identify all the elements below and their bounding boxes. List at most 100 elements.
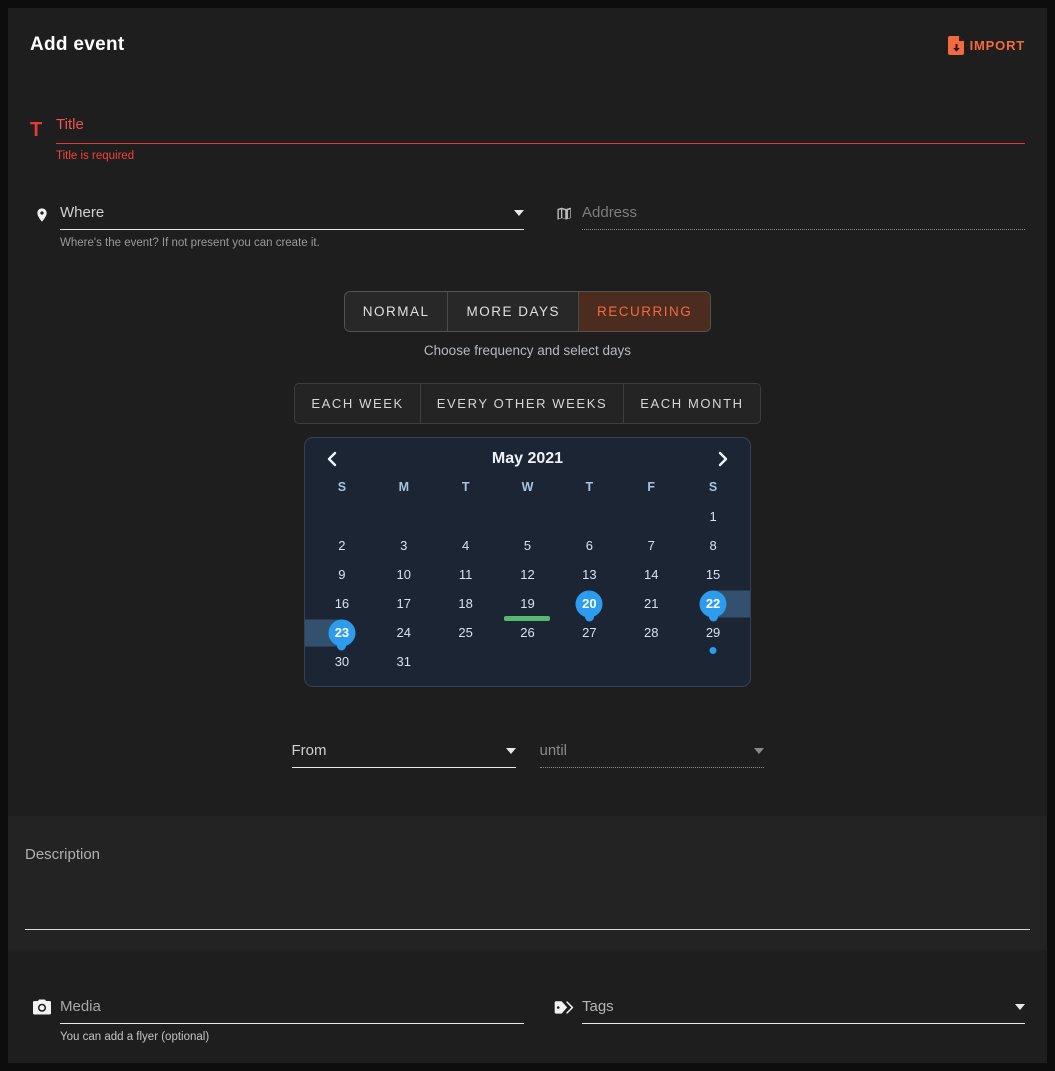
- description-section: Description: [8, 816, 1047, 950]
- text-title-icon: T: [30, 119, 54, 142]
- media-helper-text: You can add a flyer (optional): [60, 1031, 524, 1043]
- frequency-each-month-button[interactable]: EACH MONTH: [624, 384, 759, 423]
- calendar-next-month-button[interactable]: [716, 451, 730, 467]
- calendar-prev-month-button[interactable]: [325, 451, 339, 467]
- where-select[interactable]: Where Where's the event? If not present …: [60, 204, 524, 249]
- calendar-day-20[interactable]: 20: [558, 589, 620, 618]
- title-placeholder: Title: [56, 116, 84, 133]
- calendar-day-21[interactable]: 21: [620, 589, 682, 618]
- calendar-empty-cell: [682, 647, 744, 676]
- frequency-hint-text: Choose frequency and select days: [8, 343, 1047, 358]
- calendar-day-2[interactable]: 2: [311, 531, 373, 560]
- calendar-day-18[interactable]: 18: [435, 589, 497, 618]
- frequency-every-other-weeks-button[interactable]: EVERY OTHER WEEKS: [421, 384, 624, 423]
- calendar-day-26[interactable]: 26: [497, 618, 559, 647]
- calendar-day-header: S: [311, 474, 373, 500]
- import-button[interactable]: IMPORT: [948, 36, 1025, 55]
- calendar-day-7[interactable]: 7: [620, 531, 682, 560]
- calendar-day-8[interactable]: 8: [682, 531, 744, 560]
- calendar-empty-cell: [558, 647, 620, 676]
- add-event-dialog: Add event IMPORT T Title Title is requir…: [8, 8, 1047, 1063]
- calendar-empty-cell: [620, 502, 682, 531]
- media-field[interactable]: Media You can add a flyer (optional): [60, 998, 524, 1043]
- calendar-month-label: May 2021: [492, 450, 563, 468]
- media-tags-row: Media You can add a flyer (optional) Tag…: [8, 998, 1047, 1043]
- calendar-day-headers: SMTWTFS: [311, 474, 744, 500]
- calendar-day-5[interactable]: 5: [497, 531, 559, 560]
- tab-normal[interactable]: NORMAL: [345, 292, 449, 331]
- title-field[interactable]: Title Title is required: [56, 116, 1025, 162]
- import-label: IMPORT: [970, 38, 1025, 53]
- chevron-down-icon: [1015, 1004, 1025, 1010]
- calendar-day-10[interactable]: 10: [373, 560, 435, 589]
- address-field[interactable]: Address: [582, 204, 1025, 249]
- calendar-day-header: S: [682, 474, 744, 500]
- calendar-empty-cell: [620, 647, 682, 676]
- where-helper-text: Where's the event? If not present you ca…: [60, 237, 524, 249]
- address-placeholder: Address: [582, 204, 637, 221]
- until-time-select[interactable]: until: [540, 742, 764, 768]
- calendar-grid: 1234567891011121314151617181920212223242…: [311, 502, 744, 676]
- calendar-day-header: T: [558, 474, 620, 500]
- calendar-day-31[interactable]: 31: [373, 647, 435, 676]
- title-field-row: T Title Title is required: [8, 116, 1047, 162]
- file-import-icon: [948, 36, 965, 55]
- calendar-day-header: W: [497, 474, 559, 500]
- calendar-day-24[interactable]: 24: [373, 618, 435, 647]
- calendar-day-15[interactable]: 15: [682, 560, 744, 589]
- camera-icon: [30, 998, 54, 1043]
- page-title: Add event: [30, 34, 125, 56]
- calendar-empty-cell: [497, 647, 559, 676]
- calendar-empty-cell: [497, 502, 559, 531]
- calendar-day-12[interactable]: 12: [497, 560, 559, 589]
- tab-more-days[interactable]: MORE DAYS: [448, 292, 579, 331]
- description-placeholder: Description: [25, 846, 100, 863]
- chevron-down-icon: [514, 210, 524, 216]
- chevron-down-icon: [754, 748, 764, 754]
- location-pin-icon: [30, 204, 54, 249]
- calendar-empty-cell: [435, 647, 497, 676]
- calendar-day-header: F: [620, 474, 682, 500]
- calendar-day-29[interactable]: 29: [682, 618, 744, 647]
- dialog-header: Add event IMPORT: [8, 8, 1047, 56]
- map-icon: [552, 204, 576, 249]
- from-placeholder: From: [292, 742, 327, 759]
- from-time-select[interactable]: From: [292, 742, 516, 768]
- calendar-day-header: M: [373, 474, 435, 500]
- until-placeholder: until: [540, 742, 568, 759]
- calendar-day-17[interactable]: 17: [373, 589, 435, 618]
- time-range-row: From until: [8, 742, 1047, 768]
- calendar-day-23[interactable]: 23: [311, 618, 373, 647]
- calendar-day-4[interactable]: 4: [435, 531, 497, 560]
- calendar-empty-cell: [435, 502, 497, 531]
- event-type-tabs: NORMAL MORE DAYS RECURRING: [8, 291, 1047, 332]
- tags-select[interactable]: Tags: [582, 998, 1025, 1043]
- calendar-empty-cell: [373, 502, 435, 531]
- calendar-day-28[interactable]: 28: [620, 618, 682, 647]
- calendar-day-11[interactable]: 11: [435, 560, 497, 589]
- tab-recurring[interactable]: RECURRING: [579, 292, 710, 331]
- tags-placeholder: Tags: [582, 998, 614, 1015]
- calendar-day-25[interactable]: 25: [435, 618, 497, 647]
- calendar-day-30[interactable]: 30: [311, 647, 373, 676]
- calendar-empty-cell: [558, 502, 620, 531]
- calendar-day-6[interactable]: 6: [558, 531, 620, 560]
- calendar-day-3[interactable]: 3: [373, 531, 435, 560]
- frequency-options: EACH WEEK EVERY OTHER WEEKS EACH MONTH: [8, 383, 1047, 424]
- media-placeholder: Media: [60, 998, 101, 1015]
- where-placeholder: Where: [60, 204, 104, 221]
- calendar-day-22[interactable]: 22: [682, 589, 744, 618]
- calendar-day-16[interactable]: 16: [311, 589, 373, 618]
- frequency-each-week-button[interactable]: EACH WEEK: [295, 384, 420, 423]
- description-textarea[interactable]: Description: [25, 846, 1030, 930]
- calendar-day-14[interactable]: 14: [620, 560, 682, 589]
- calendar-day-1[interactable]: 1: [682, 502, 744, 531]
- calendar: May 2021 SMTWTFS 12345678910111213141516…: [304, 437, 751, 687]
- tags-icon: [552, 998, 576, 1043]
- calendar-day-13[interactable]: 13: [558, 560, 620, 589]
- calendar-day-27[interactable]: 27: [558, 618, 620, 647]
- chevron-down-icon: [506, 748, 516, 754]
- calendar-day-19[interactable]: 19: [497, 589, 559, 618]
- calendar-day-9[interactable]: 9: [311, 560, 373, 589]
- title-error-text: Title is required: [56, 150, 1025, 162]
